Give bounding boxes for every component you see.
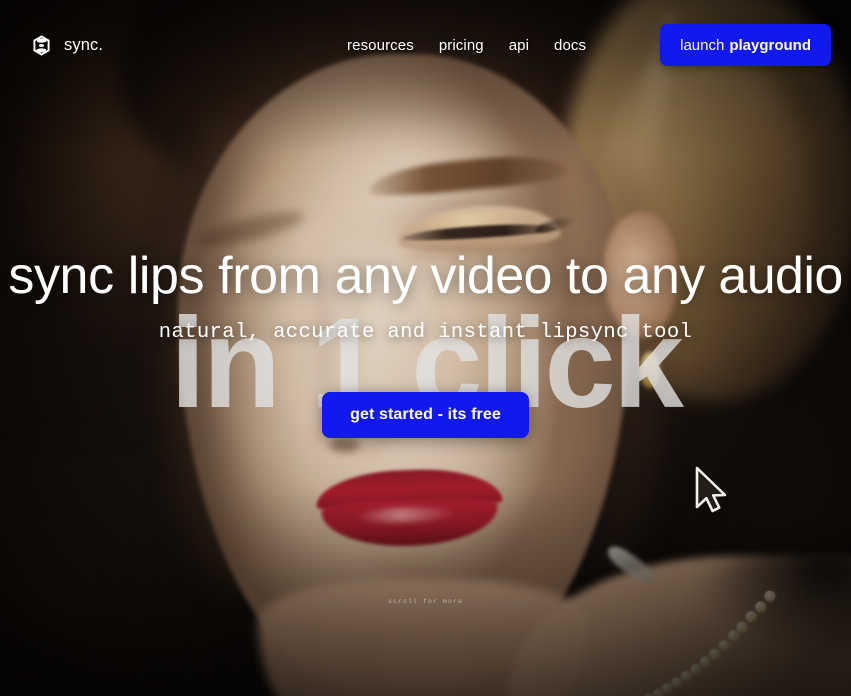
brand-name: sync. bbox=[64, 35, 104, 54]
launch-playground-button[interactable]: launch playground bbox=[660, 24, 831, 66]
headline-part-2: any video bbox=[334, 247, 553, 305]
headline-part-1: sync lips from bbox=[8, 247, 335, 305]
hero-subtitle: natural, accurate and instant lipsync to… bbox=[158, 321, 693, 345]
page-stage: in 1 click sync. resources pricing api d… bbox=[0, 0, 851, 696]
nav-link-pricing[interactable]: pricing bbox=[439, 37, 484, 54]
main-navigation: resources pricing api docs launch playgr… bbox=[347, 24, 831, 66]
sync-sphere-logo-icon bbox=[33, 34, 50, 56]
nav-link-docs[interactable]: docs bbox=[554, 37, 586, 54]
site-header: sync. resources pricing api docs launch … bbox=[0, 0, 851, 90]
launch-playground-label-light: launch bbox=[680, 36, 725, 54]
launch-playground-label-bold: playground bbox=[729, 36, 811, 54]
nav-link-api[interactable]: api bbox=[509, 37, 529, 54]
hero-section: sync lips from any video to any audio na… bbox=[0, 247, 851, 439]
headline-part-4: any audio bbox=[622, 247, 844, 305]
scroll-for-more-hint: scroll for more bbox=[387, 598, 463, 605]
get-started-button[interactable]: get started - its free bbox=[322, 392, 529, 439]
hero-headline: sync lips from any video to any audio bbox=[0, 247, 851, 305]
headline-part-3: to bbox=[551, 247, 623, 305]
brand-logo[interactable]: sync. bbox=[30, 34, 103, 57]
nav-link-resources[interactable]: resources bbox=[347, 37, 414, 54]
